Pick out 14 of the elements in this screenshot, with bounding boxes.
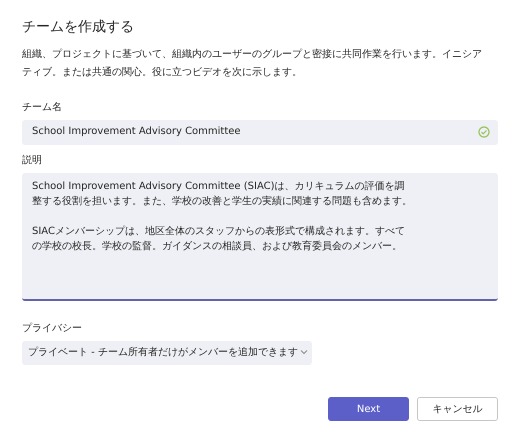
description-field[interactable]: School Improvement Advisory Committee (SIAC)は、カリキュラムの評価を調整する役割を担います。また、学校の改善と学生の実績に関連する問題も含めます。 SIACメンバーシップは、地区全体のスタッフからの表形式で構成されます。すべての学校の校長。学校の監督。ガイダンスの相談員、および教育委員会のメンバー。 [22,173,498,301]
team-name-field[interactable]: School Improvement Advisory Committee [22,120,498,145]
dialog-title: チームを作成する [22,18,135,36]
chevron-down-icon [300,349,308,355]
next-button[interactable]: Next [328,397,409,421]
field-label: チーム名 [22,101,62,114]
privacy-dropdown[interactable]: プライベート - チーム所有者だけがメンバーを追加できます [22,341,312,365]
cancel-button[interactable]: キャンセル [417,397,498,421]
field-label: プライバシー [22,322,82,335]
field-label: 説明 [22,154,42,167]
description-paragraph: SIACメンバーシップは、地区全体のスタッフからの表形式で構成されます。すべての学校の校長。学校の監督。ガイダンスの相談員、および教育委員会のメンバー。 [32,224,406,254]
field-value: School Improvement Advisory Committee [32,126,241,137]
intro-text: 組織、プロジェクトに基づいて、組織内のユーザーのグループと密接に共同作業を行います。イニシアティブ。または共通の関心。役に立つビデオを次に示します。 [22,48,482,80]
description-paragraph: School Improvement Advisory Committee (SIAC)は、カリキュラムの評価を調整する役割を担います。また、学校の改善と学生の実績に関連する問題も含めます。 [32,180,412,209]
